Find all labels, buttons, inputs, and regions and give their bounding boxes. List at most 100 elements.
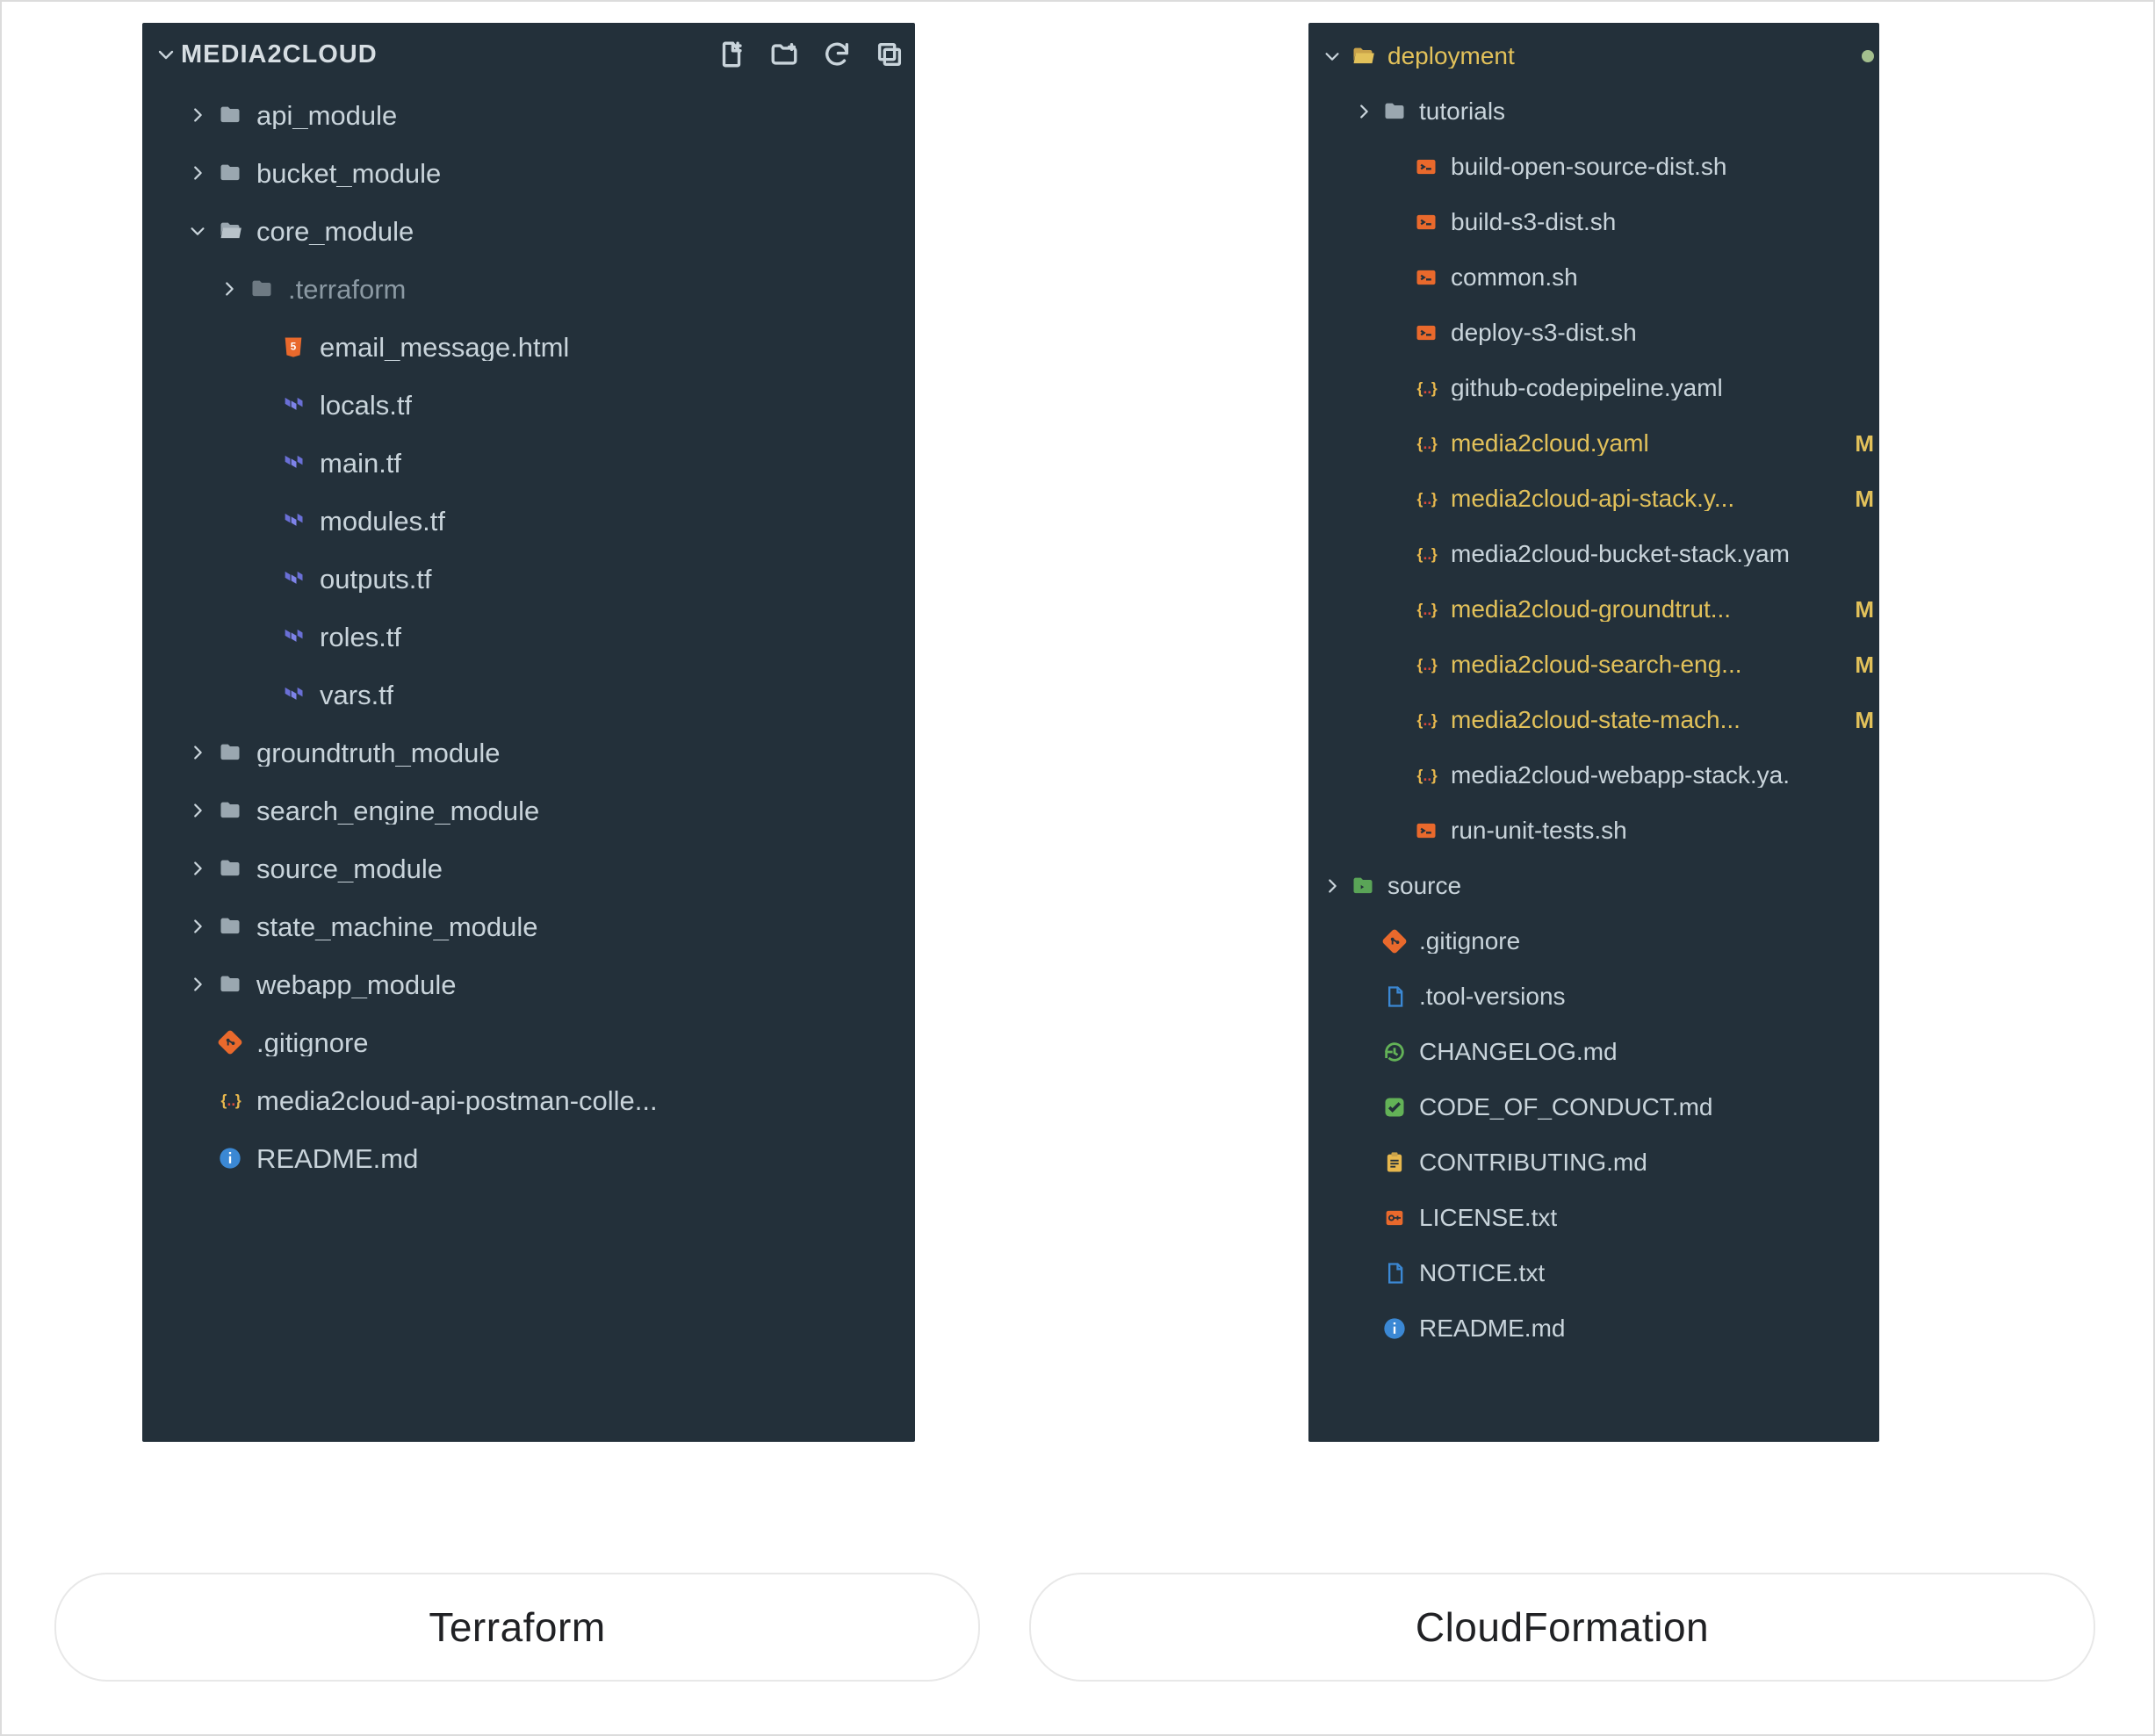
tree-item-label: locals.tf: [320, 392, 412, 419]
yaml-icon: {..}: [1410, 431, 1442, 456]
svg-text:..: ..: [1423, 710, 1432, 728]
license-icon: [1379, 1206, 1410, 1230]
tree-item-label: modules.tf: [320, 508, 445, 535]
caption-cloudformation: CloudFormation: [1029, 1573, 2095, 1682]
folder-icon: [213, 914, 248, 939]
tree-file[interactable]: 5email_message.html: [142, 318, 915, 376]
tree-item-label: groundtruth_module: [256, 739, 500, 767]
tree-folder[interactable]: source_module: [142, 839, 915, 897]
chevron-down-icon[interactable]: [183, 221, 213, 241]
chevron-right-icon[interactable]: [183, 163, 213, 183]
yaml-icon: {..}: [1410, 652, 1442, 677]
tree-folder[interactable]: webapp_module: [142, 955, 915, 1013]
tree-file[interactable]: {..}media2cloud-groundtrut...M: [1308, 581, 1879, 637]
tree-file[interactable]: modules.tf: [142, 492, 915, 550]
tree-file[interactable]: build-open-source-dist.sh: [1308, 139, 1879, 194]
svg-text:{: {: [1417, 710, 1423, 728]
sh-icon: [1410, 818, 1442, 843]
chevron-right-icon[interactable]: [1317, 876, 1347, 896]
sh-icon: [1410, 155, 1442, 179]
tree-folder[interactable]: core_module: [142, 202, 915, 260]
tree-item-label: source: [1387, 874, 1461, 898]
tree-file[interactable]: build-s3-dist.sh: [1308, 194, 1879, 249]
tree-file[interactable]: {..} media2cloud-search-eng... M: [1308, 637, 1879, 692]
tree-file[interactable]: .gitignore: [1308, 913, 1879, 969]
refresh-icon[interactable]: [822, 40, 852, 69]
tree-file[interactable]: main.tf: [142, 434, 915, 492]
chevron-right-icon[interactable]: [183, 859, 213, 878]
chevron-right-icon[interactable]: [183, 975, 213, 994]
tree-file[interactable]: locals.tf: [142, 376, 915, 434]
tree-file[interactable]: {..}media2cloud.yamlM: [1308, 415, 1879, 471]
git-modified-badge: M: [1855, 653, 1874, 676]
tree-file[interactable]: {..} media2cloud-webapp-stack.ya.: [1308, 747, 1879, 803]
git-modified-badge: M: [1855, 598, 1874, 621]
tf-icon: [276, 624, 311, 649]
tree-file[interactable]: CODE_OF_CONDUCT.md: [1308, 1079, 1879, 1135]
chevron-right-icon[interactable]: [214, 279, 244, 299]
tree-folder[interactable]: state_machine_module: [142, 897, 915, 955]
tree-file[interactable]: NOTICE.txt: [1308, 1245, 1879, 1300]
tree-folder[interactable]: source: [1308, 858, 1879, 913]
git-modified-badge: M: [1855, 487, 1874, 510]
tree-item-label: README.md: [256, 1145, 418, 1172]
svg-text:}: }: [235, 1091, 241, 1109]
yaml-icon: {..}: [1410, 486, 1442, 511]
tree-file[interactable]: deploy-s3-dist.sh: [1308, 305, 1879, 360]
git-icon: [213, 1030, 248, 1055]
yaml-icon: {..}: [1410, 708, 1442, 732]
new-file-icon[interactable]: [717, 40, 746, 69]
caption-terraform: Terraform: [54, 1573, 980, 1682]
collapse-all-icon[interactable]: [875, 40, 905, 69]
tree-file[interactable]: {..}media2cloud-api-stack.y...M: [1308, 471, 1879, 526]
tree-file[interactable]: .tool-versions: [1308, 969, 1879, 1024]
tree-item-label: media2cloud-webapp-stack.ya.: [1451, 763, 1790, 788]
explorer-header[interactable]: MEDIA2CLOUD: [142, 23, 915, 86]
tree-file[interactable]: common.sh: [1308, 249, 1879, 305]
tree-folder[interactable]: deployment: [1308, 28, 1879, 83]
tree-file[interactable]: vars.tf: [142, 666, 915, 724]
tree-file[interactable]: {..}media2cloud-bucket-stack.yam: [1308, 526, 1879, 581]
new-folder-icon[interactable]: [769, 40, 799, 69]
folder-open-icon: [213, 219, 248, 243]
chevron-right-icon[interactable]: [183, 917, 213, 936]
tree-folder[interactable]: groundtruth_module: [142, 724, 915, 782]
json-icon: {..}: [213, 1088, 248, 1113]
chevron-down-icon[interactable]: [1317, 47, 1347, 66]
tf-icon: [276, 682, 311, 707]
tree-file[interactable]: README.md: [142, 1129, 915, 1187]
chevron-right-icon[interactable]: [183, 105, 213, 125]
yaml-icon: {..}: [1410, 763, 1442, 788]
tree-folder[interactable]: api_module: [142, 86, 915, 144]
svg-text:}: }: [1431, 766, 1438, 783]
git-modified-badge: M: [1855, 432, 1874, 455]
tree-file[interactable]: LICENSE.txt: [1308, 1190, 1879, 1245]
tf-icon: [276, 450, 311, 475]
tree-file[interactable]: CONTRIBUTING.md: [1308, 1135, 1879, 1190]
tree-file[interactable]: README.md: [1308, 1300, 1879, 1356]
folder-icon: [213, 972, 248, 997]
info-icon: [213, 1146, 248, 1171]
chevron-right-icon[interactable]: [1349, 102, 1379, 121]
tree-item-label: email_message.html: [320, 334, 569, 361]
tree-folder[interactable]: bucket_module: [142, 144, 915, 202]
tree-file[interactable]: {..}media2cloud-state-mach...M: [1308, 692, 1879, 747]
svg-text:}: }: [1431, 710, 1438, 728]
tree-file[interactable]: CHANGELOG.md: [1308, 1024, 1879, 1079]
tree-file[interactable]: outputs.tf: [142, 550, 915, 608]
tree-folder[interactable]: tutorials: [1308, 83, 1879, 139]
history-icon: [1379, 1040, 1410, 1064]
tree-file[interactable]: roles.tf: [142, 608, 915, 666]
info-icon: [1379, 1316, 1410, 1341]
chevron-right-icon[interactable]: [183, 801, 213, 820]
tree-file[interactable]: {..}github-codepipeline.yaml: [1308, 360, 1879, 415]
svg-text:{: {: [1417, 600, 1423, 617]
tree-file[interactable]: {..}media2cloud-api-postman-colle...: [142, 1071, 915, 1129]
tree-folder[interactable]: .terraform: [142, 260, 915, 318]
chevron-right-icon[interactable]: [183, 743, 213, 762]
tree-item-label: media2cloud-state-mach...: [1451, 708, 1741, 732]
tree-item-label: media2cloud-search-eng...: [1451, 652, 1742, 677]
tree-file[interactable]: run-unit-tests.sh: [1308, 803, 1879, 858]
tree-folder[interactable]: search_engine_module: [142, 782, 915, 839]
tree-file[interactable]: .gitignore: [142, 1013, 915, 1071]
